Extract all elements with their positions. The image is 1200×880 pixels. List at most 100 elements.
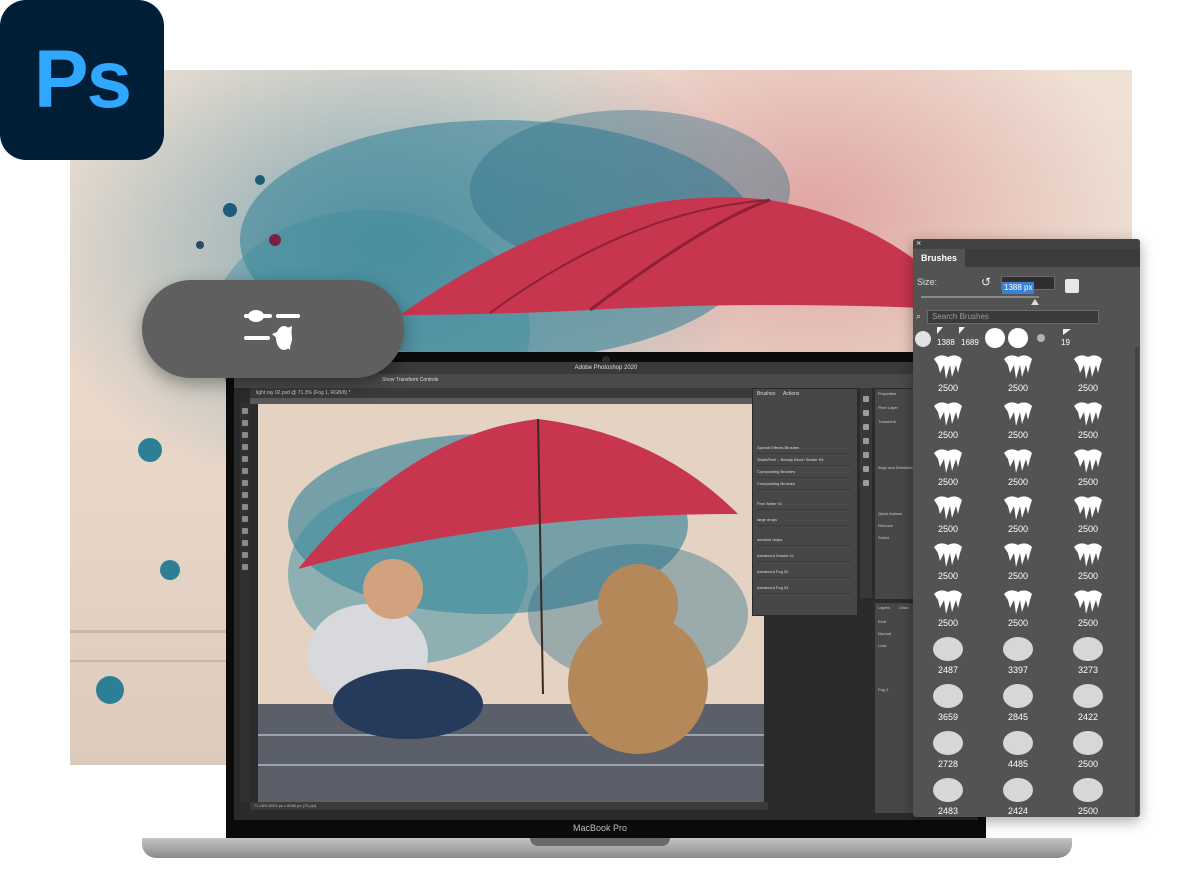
brush-preset[interactable]: 2500 xyxy=(1053,725,1123,772)
mini-layers-item: Lock xyxy=(878,643,887,648)
size-slider-track[interactable] xyxy=(921,296,1039,298)
brush-thumbnail xyxy=(933,778,963,802)
brush-preset[interactable]: 2845 xyxy=(983,678,1053,725)
brush-preset[interactable]: 2500 xyxy=(1053,584,1123,631)
brush-thumbnail xyxy=(1074,402,1102,426)
brush-preset[interactable]: 2500 xyxy=(1053,537,1123,584)
brush-preset[interactable]: 2500 xyxy=(913,396,983,443)
brush-preset[interactable]: 2483 xyxy=(913,772,983,817)
mini-layers-item[interactable]: Normal xyxy=(878,631,891,636)
mini-brush-row[interactable]: medium drops xyxy=(757,535,851,546)
gradient-tool-icon[interactable] xyxy=(242,516,248,522)
size-slider-thumb[interactable] xyxy=(1031,299,1040,305)
brush-size-label: 2500 xyxy=(1077,430,1099,440)
mini-layers-panel: Layers Chan Kind Normal Lock Fog 1 xyxy=(874,602,916,814)
zoom-tool-icon[interactable] xyxy=(242,564,248,570)
brush-preset[interactable]: 2500 xyxy=(913,537,983,584)
brush-preset[interactable]: 2500 xyxy=(1053,396,1123,443)
mini-tab-brushes[interactable]: Brushes xyxy=(757,391,775,397)
brush-settings-pill[interactable] xyxy=(142,280,404,378)
mini-brush-row[interactable]: Advanced Fog 03 xyxy=(757,583,851,594)
panel-icon[interactable] xyxy=(863,452,869,458)
mini-layers-item[interactable]: Kind xyxy=(878,619,886,624)
panel-icon[interactable] xyxy=(863,410,869,416)
options-label[interactable]: Show Transform Controls xyxy=(382,377,438,383)
recent-size[interactable]: 1388 xyxy=(937,338,955,347)
stamp-tool-icon[interactable] xyxy=(242,492,248,498)
panel-icon[interactable] xyxy=(863,480,869,486)
brush-thumbnail xyxy=(1003,637,1033,661)
eraser-tool-icon[interactable] xyxy=(242,504,248,510)
lasso-tool-icon[interactable] xyxy=(242,432,248,438)
size-input[interactable]: 1388 px xyxy=(1001,276,1055,294)
laptop-notch xyxy=(530,838,670,846)
brush-size-label: 2500 xyxy=(1077,806,1099,816)
brush-preset[interactable]: 2487 xyxy=(913,631,983,678)
brush-tool-icon[interactable] xyxy=(242,480,248,486)
panel-icon[interactable] xyxy=(863,396,869,402)
brush-preset[interactable]: 2728 xyxy=(913,725,983,772)
type-tool-icon[interactable] xyxy=(242,540,248,546)
eyedropper-tool-icon[interactable] xyxy=(242,456,248,462)
mini-layers-item[interactable]: Fog 1 xyxy=(878,687,888,692)
brush-preset[interactable]: 2500 xyxy=(913,490,983,537)
document-tab[interactable]: light ray 02.psd @ 71.3% (Fog 1, RGB/8) … xyxy=(250,388,766,398)
marquee-tool-icon[interactable] xyxy=(242,420,248,426)
close-icon[interactable]: × xyxy=(916,239,921,248)
mini-layers-tab[interactable]: Chan xyxy=(899,605,909,610)
brush-preset[interactable]: 2500 xyxy=(1053,772,1123,817)
document-canvas[interactable] xyxy=(258,404,764,802)
brush-preset[interactable]: 2500 xyxy=(983,537,1053,584)
new-brush-icon[interactable] xyxy=(1065,279,1079,293)
brush-preset[interactable]: 2422 xyxy=(1053,678,1123,725)
recent-size[interactable]: 1689 xyxy=(961,338,979,347)
mini-brush-row[interactable]: Advanced Smoke 01 xyxy=(757,551,851,562)
hand-tool-icon[interactable] xyxy=(242,552,248,558)
brush-preset[interactable]: 2500 xyxy=(913,443,983,490)
mini-brush-row[interactable]: large drops xyxy=(757,515,851,526)
move-tool-icon[interactable] xyxy=(242,408,248,414)
mini-props-item[interactable]: Remove xyxy=(878,523,893,528)
photoshop-logo: Ps xyxy=(0,0,164,160)
brush-preset[interactable]: 2500 xyxy=(1053,490,1123,537)
search-input[interactable]: Search Brushes xyxy=(927,310,1099,324)
recent-size[interactable]: 19 xyxy=(1061,338,1070,347)
brush-preset[interactable]: 2500 xyxy=(983,584,1053,631)
brush-preset[interactable]: 2500 xyxy=(913,584,983,631)
mini-props-tab[interactable]: Properties xyxy=(878,391,896,396)
brush-thumbnail xyxy=(1003,684,1033,708)
brush-size-label: 2500 xyxy=(1007,618,1029,628)
brush-preset[interactable]: 2500 xyxy=(1053,349,1123,396)
tab-brushes[interactable]: Brushes xyxy=(913,249,966,267)
mini-brush-row[interactable]: Advanced Fog 02 xyxy=(757,567,851,578)
reset-size-icon[interactable]: ↺ xyxy=(981,275,991,289)
mini-brush-row[interactable]: Fine Water 01 xyxy=(757,499,851,510)
brush-preset[interactable]: 3397 xyxy=(983,631,1053,678)
brush-preset[interactable]: 3659 xyxy=(913,678,983,725)
mini-tab-actions[interactable]: Actions xyxy=(783,391,799,397)
panel-icon[interactable] xyxy=(863,424,869,430)
panel-icon[interactable] xyxy=(863,438,869,444)
mini-brush-row[interactable]: SharkPixel – Beauty Brush Starter Kit xyxy=(757,455,851,466)
mini-brush-row[interactable]: Compositing Brushes xyxy=(757,479,851,490)
brush-preset[interactable]: 2424 xyxy=(983,772,1053,817)
brush-preset[interactable]: 2500 xyxy=(983,443,1053,490)
brush-preset[interactable]: 2500 xyxy=(983,349,1053,396)
panel-icon[interactable] xyxy=(863,466,869,472)
crop-tool-icon[interactable] xyxy=(242,444,248,450)
pen-tool-icon[interactable] xyxy=(242,528,248,534)
brush-preset[interactable]: 4485 xyxy=(983,725,1053,772)
healing-tool-icon[interactable] xyxy=(242,468,248,474)
brush-preset[interactable]: 2500 xyxy=(983,396,1053,443)
mini-brush-row[interactable]: Compositing Brushes xyxy=(757,467,851,478)
mini-layers-tab[interactable]: Layers xyxy=(878,605,890,610)
brush-preset[interactable]: 2500 xyxy=(1053,443,1123,490)
mini-brush-row[interactable]: Special Effects Brushes xyxy=(757,443,851,454)
brush-thumbnail xyxy=(934,496,962,520)
panel-scrollbar[interactable] xyxy=(1135,347,1139,817)
brush-preset[interactable]: 3273 xyxy=(1053,631,1123,678)
brush-size-label: 2500 xyxy=(1007,477,1029,487)
mini-props-item[interactable]: Select xyxy=(878,535,889,540)
brush-preset[interactable]: 2500 xyxy=(913,349,983,396)
brush-preset[interactable]: 2500 xyxy=(983,490,1053,537)
